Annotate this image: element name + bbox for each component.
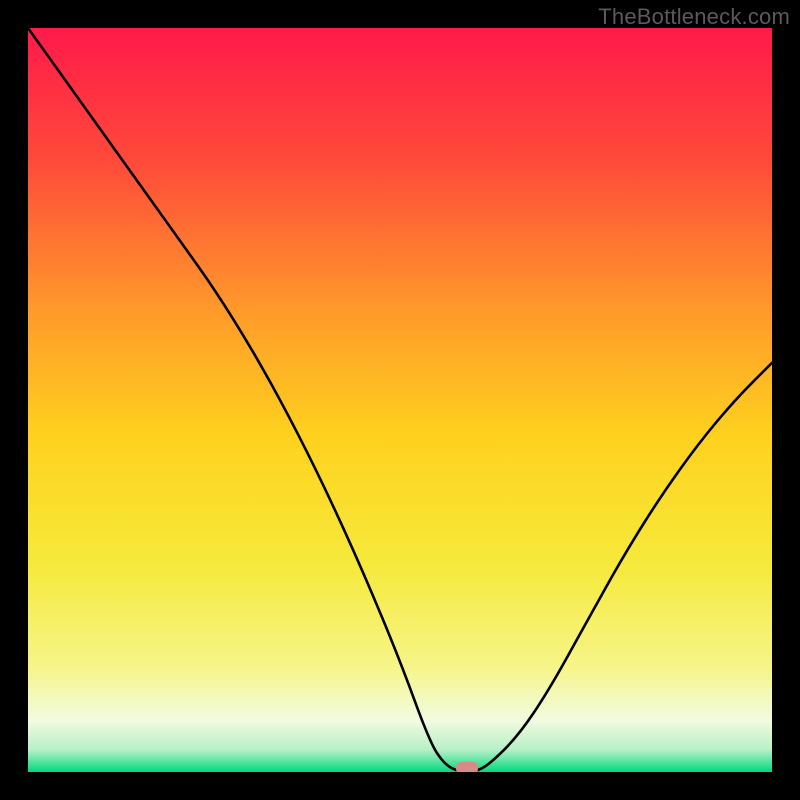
- optimal-marker: [456, 762, 478, 772]
- chart-container: TheBottleneck.com: [0, 0, 800, 800]
- chart-svg: [28, 28, 772, 772]
- watermark-text: TheBottleneck.com: [598, 4, 790, 30]
- plot-area: [28, 28, 772, 772]
